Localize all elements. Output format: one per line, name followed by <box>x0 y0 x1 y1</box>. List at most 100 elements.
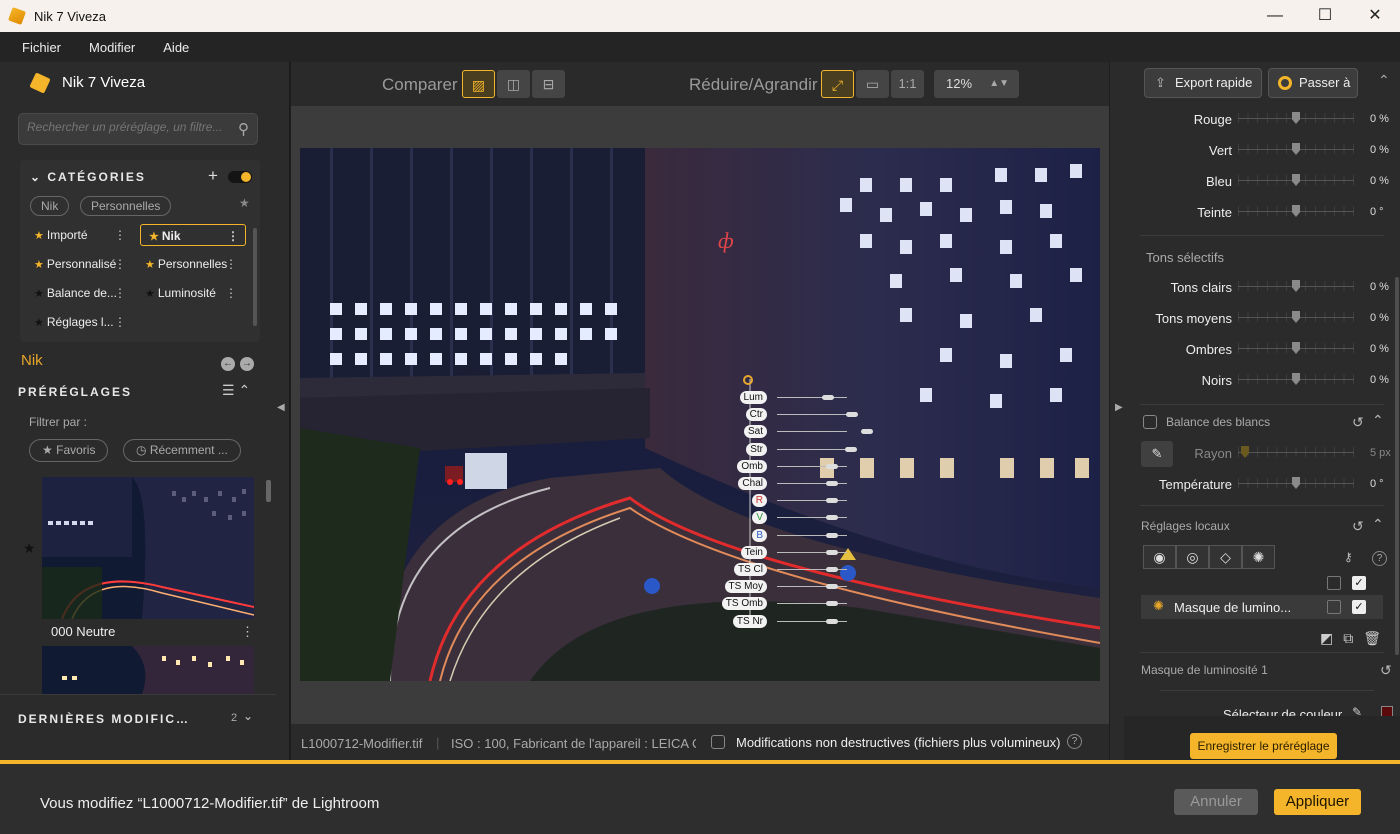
cancel-button[interactable]: Annuler <box>1174 789 1258 815</box>
control-point-label[interactable]: Tein <box>740 545 767 559</box>
maximize-button[interactable]: ☐ <box>1300 0 1350 32</box>
category-luminosite[interactable]: ★ Luminosité ⋮ <box>137 282 243 304</box>
white-balance-checkbox[interactable] <box>1143 415 1157 429</box>
menu-aide[interactable]: Aide <box>163 40 189 55</box>
duplicate-icon[interactable]: ⧉ <box>1343 630 1353 646</box>
collapse-icon[interactable]: ⌃ <box>238 382 250 398</box>
help-icon[interactable]: ? <box>1067 734 1082 749</box>
save-preset-button[interactable]: Enregistrer le préréglage <box>1190 733 1337 759</box>
radius-slider[interactable]: Rayon 5 px <box>1124 443 1400 465</box>
control-point-slider-knob[interactable] <box>826 532 838 538</box>
slider-noirs[interactable]: Noirs 0 % <box>1124 370 1400 392</box>
zoom-select[interactable]: 12% ▲▼ <box>934 70 1019 98</box>
more-icon[interactable]: ⋮ <box>241 624 254 640</box>
help-icon[interactable]: ? <box>1372 551 1387 566</box>
slider-vert[interactable]: Vert 0 % <box>1124 140 1400 162</box>
category-reglages[interactable]: ★ Réglages l... ⋮ <box>26 311 132 333</box>
color-swatch[interactable] <box>1381 706 1393 716</box>
slider-teinte[interactable]: Teinte 0 ° <box>1124 202 1400 224</box>
more-icon[interactable]: ⋮ <box>114 311 126 333</box>
add-category-icon[interactable]: + <box>208 166 218 186</box>
chip-nik[interactable]: Nik <box>30 196 70 216</box>
minimize-button[interactable]: — <box>1250 0 1300 32</box>
mask-view-icon[interactable] <box>1327 600 1341 614</box>
collapse-top-icon[interactable]: ⌃ <box>1378 72 1390 89</box>
fit-to-screen-button[interactable]: ⤢ <box>821 70 854 98</box>
more-icon[interactable]: ⋮ <box>114 282 126 304</box>
filter-favoris[interactable]: ★ Favoris <box>29 439 109 462</box>
presets-scrollbar[interactable] <box>266 480 271 502</box>
control-point-slider-knob[interactable] <box>826 618 838 624</box>
control-point-slider-knob[interactable] <box>822 395 834 400</box>
search-input[interactable] <box>27 120 232 134</box>
single-view-button[interactable]: ▨ <box>462 70 495 98</box>
control-point-tool-icon[interactable]: ◉ <box>1143 545 1176 569</box>
fill-screen-button[interactable]: ▭ <box>856 70 889 98</box>
control-point-label[interactable]: Ctr <box>745 408 767 422</box>
control-point-label[interactable]: TS Nr <box>732 614 767 628</box>
chevron-down-icon[interactable]: ⌄ <box>243 709 253 723</box>
close-button[interactable]: ✕ <box>1350 0 1400 32</box>
control-point-label[interactable]: R <box>751 494 767 508</box>
categories-header[interactable]: ⌄ CATÉGORIES <box>30 170 146 184</box>
control-point-label[interactable]: TS Omb <box>721 597 767 611</box>
nondestructive-checkbox[interactable] <box>711 735 725 749</box>
control-point-label[interactable]: Chal <box>738 477 767 490</box>
slider-rouge[interactable]: Rouge 0 % <box>1124 109 1400 131</box>
mask-list-item[interactable]: ✺ Masque de lumino... ✓ <box>1141 595 1383 619</box>
menu-modifier[interactable]: Modifier <box>89 40 135 55</box>
control-point-slider-knob[interactable] <box>826 481 838 486</box>
chevron-up-icon[interactable]: ⌃ <box>1372 412 1384 429</box>
more-icon[interactable]: ⋮ <box>114 224 126 246</box>
temperature-slider[interactable]: Température 0 ° <box>1124 474 1400 496</box>
luminosity-mask-tool-icon[interactable]: ✺ <box>1242 545 1275 569</box>
split-view-button[interactable]: ◫ <box>497 70 530 98</box>
control-point-label[interactable]: TS Moy <box>724 580 767 594</box>
reset-icon[interactable]: ↺ <box>1352 414 1364 431</box>
reset-icon[interactable]: ↺ <box>1380 662 1392 679</box>
control-point-slider-knob[interactable] <box>826 515 838 521</box>
preset-search[interactable]: ⚲ <box>18 113 258 145</box>
slider-tons-moyens[interactable]: Tons moyens 0 % <box>1124 308 1400 330</box>
next-arrow-icon[interactable]: → <box>240 357 254 371</box>
presets-controls[interactable]: ☰ ⌃ <box>222 382 250 399</box>
shape-tool-icon[interactable]: ◇ <box>1209 545 1242 569</box>
control-point-slider-knob[interactable] <box>826 549 838 555</box>
trash-icon[interactable]: 🗑 <box>1363 630 1381 646</box>
invert-mask-icon[interactable]: ◩ <box>1320 630 1333 646</box>
switch-to-button[interactable]: Passer à <box>1268 68 1358 98</box>
chevron-up-icon[interactable]: ⌃ <box>1372 516 1384 533</box>
control-point-slider-knob[interactable] <box>826 463 838 469</box>
quick-export-button[interactable]: ⇪ Export rapide <box>1144 68 1262 98</box>
more-icon[interactable]: ⋮ <box>227 225 239 245</box>
control-point-label[interactable]: Sat <box>743 425 767 439</box>
menu-fichier[interactable]: Fichier <box>22 40 61 55</box>
side-by-side-button[interactable]: ⊟ <box>532 70 565 98</box>
preset-thumbnail[interactable] <box>42 477 254 619</box>
slider-bleu[interactable]: Bleu 0 % <box>1124 171 1400 193</box>
search-icon[interactable]: ⚲ <box>238 120 249 138</box>
filter-recent[interactable]: ◷ Récemment ... <box>123 439 241 462</box>
more-icon[interactable]: ⋮ <box>225 253 237 275</box>
prev-arrow-icon[interactable]: ← <box>221 357 235 371</box>
apply-button[interactable]: Appliquer <box>1274 789 1361 815</box>
slider-tons-clairs[interactable]: Tons clairs 0 % <box>1124 277 1400 299</box>
more-icon[interactable]: ⋮ <box>225 282 237 304</box>
eyedropper-icon[interactable]: ✎ <box>1352 705 1362 716</box>
preset-thumbnail[interactable] <box>42 646 254 694</box>
control-point-slider-knob[interactable] <box>826 498 838 504</box>
category-importe[interactable]: ★ Importé ⋮ <box>26 224 132 246</box>
radial-tool-icon[interactable]: ◎ <box>1176 545 1209 569</box>
control-point-slider-knob[interactable] <box>861 429 873 435</box>
category-nik[interactable]: ★ Nik ⋮ <box>140 224 246 246</box>
last-changes-section[interactable]: DERNIÈRES MODIFIC… 2 ⌄ <box>0 694 276 746</box>
one-to-one-button[interactable]: 1:1 <box>891 70 924 98</box>
category-personnelles[interactable]: ★ Personnelles ⋮ <box>137 253 243 275</box>
category-personnalise[interactable]: ★ Personnalisé ⋮ <box>26 253 132 275</box>
right-scrollbar[interactable] <box>1395 277 1399 655</box>
collapse-left-icon[interactable]: ◀ <box>277 402 285 413</box>
all-enabled-checkbox[interactable]: ✓ <box>1352 576 1366 590</box>
favorite-star-icon[interactable]: ★ <box>239 196 250 210</box>
control-point-label[interactable]: Str <box>746 442 767 456</box>
control-point-label[interactable]: Lum <box>739 391 767 404</box>
